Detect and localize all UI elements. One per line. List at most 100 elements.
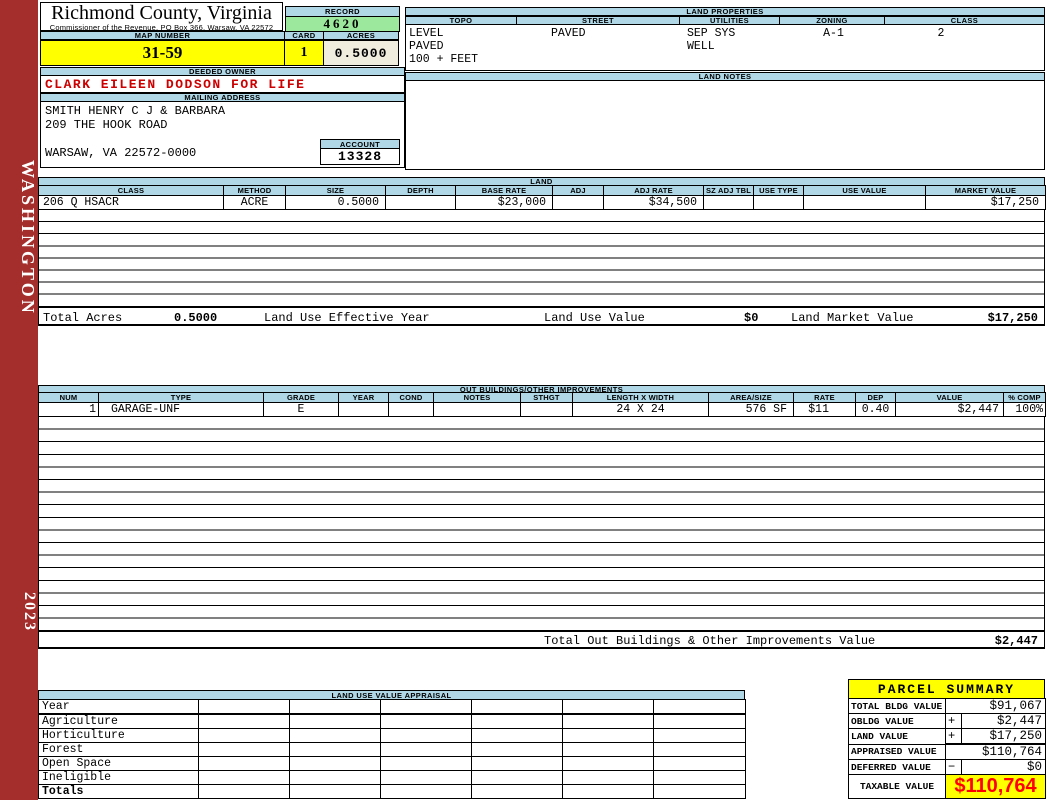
street-value: PAVED <box>551 27 586 40</box>
land-adj-rate: $34,500 <box>603 195 704 210</box>
deeded-owner-label: DEEDED OWNER <box>40 67 405 76</box>
minus-operator: − <box>945 759 962 775</box>
out-buildings-empty-rows <box>38 417 1045 631</box>
ob-pct-comp: 100% <box>1003 402 1046 417</box>
land-base-rate: $23,000 <box>455 195 553 210</box>
land-class: 206 Q HSACR <box>38 195 224 210</box>
land-col-class: CLASS <box>38 185 224 196</box>
ob-length-width: 24 X 24 <box>572 402 709 417</box>
ob-col-dep: DEP <box>855 392 896 403</box>
appraisal-row-label: Totals <box>38 784 199 799</box>
land-notes-box <box>405 81 1045 170</box>
land-col-size: SIZE <box>285 185 386 196</box>
land-properties-headers: TOPO STREET UTILITIES ZONING CLASS <box>405 16 1045 25</box>
land-section: LAND CLASS METHOD SIZE DEPTH BASE RATE A… <box>38 177 1046 326</box>
land-sz-adj-tbl <box>703 195 754 210</box>
topo-value: PAVED <box>409 40 444 53</box>
ob-year <box>338 402 389 417</box>
parcel-summary-row: OBLDG VALUE + $2,447 <box>848 713 1047 729</box>
land-col-market-value: MARKET VALUE <box>925 185 1046 196</box>
plus-operator: + <box>945 713 962 729</box>
land-use-value-label: Land Use Value <box>544 311 645 325</box>
parcel-summary-row: LAND VALUE + $17,250 <box>848 728 1047 745</box>
out-buildings-total-row: Total Out Buildings & Other Improvements… <box>38 631 1045 649</box>
appraisal-row-label: Forest <box>38 742 199 757</box>
zoning-column-header: ZONING <box>779 16 885 25</box>
land-use-effective-year-label: Land Use Effective Year <box>264 311 430 325</box>
appraisal-row-label: Horticulture <box>38 728 199 743</box>
land-properties-values: LEVEL PAVED 100 + FEET PAVED SEP SYS WEL… <box>405 25 1045 71</box>
ob-cond <box>388 402 434 417</box>
land-size: 0.5000 <box>285 195 386 210</box>
ob-col-year: YEAR <box>338 392 389 403</box>
land-market-value-label: Land Market Value <box>791 311 914 325</box>
deferred-value-label: DEFERRED VALUE <box>848 759 946 775</box>
land-col-depth: DEPTH <box>385 185 456 196</box>
taxable-value: $110,764 <box>944 774 1047 799</box>
land-col-sz-adj-tbl: SZ ADJ TBL <box>703 185 754 196</box>
utilities-column-header: UTILITIES <box>679 16 780 25</box>
county-header: Richmond County, Virginia Commissioner o… <box>40 2 283 32</box>
mailing-address-label: MAILING ADDRESS <box>40 93 405 102</box>
taxable-value-row: TAXABLE VALUE $110,764 <box>848 774 1047 799</box>
street-column-header: STREET <box>516 16 680 25</box>
total-bldg-value-label: TOTAL BLDG VALUE <box>848 698 946 714</box>
land-col-adj-rate: ADJ RATE <box>603 185 704 196</box>
obldg-value-label: OBLDG VALUE <box>848 713 946 729</box>
class-column-header: CLASS <box>884 16 1045 25</box>
land-market-value-total: $17,250 <box>987 311 1038 325</box>
land-notes-title: LAND NOTES <box>405 72 1045 81</box>
map-number-label: MAP NUMBER <box>40 31 285 40</box>
utilities-value: SEP SYS <box>687 27 736 40</box>
land-col-adj: ADJ <box>552 185 604 196</box>
land-depth <box>385 195 456 210</box>
out-buildings-section: OUT BUILDINGS/OTHER IMPROVEMENTS NUM TYP… <box>38 385 1046 649</box>
ob-dep: 0.40 <box>855 402 896 417</box>
parcel-summary: PARCEL SUMMARY TOTAL BLDG VALUE $91,067 … <box>848 679 1047 799</box>
parcel-summary-row: TOTAL BLDG VALUE $91,067 <box>848 698 1047 714</box>
land-adj <box>552 195 604 210</box>
land-col-method: METHOD <box>223 185 286 196</box>
topo-column-header: TOPO <box>405 16 517 25</box>
utilities-value: WELL <box>687 40 715 53</box>
land-col-base-rate: BASE RATE <box>455 185 553 196</box>
land-table: CLASS METHOD SIZE DEPTH BASE RATE ADJ AD… <box>38 185 1046 210</box>
ob-col-length-width: LENGTH X WIDTH <box>572 392 709 403</box>
class-value: 2 <box>937 27 945 40</box>
land-col-use-value: USE VALUE <box>803 185 926 196</box>
appraisal-row-label: Ineligible <box>38 770 199 785</box>
spine-county-label: WASHINGTON <box>18 160 38 316</box>
taxable-value-label: TAXABLE VALUE <box>848 774 946 799</box>
ob-grade: E <box>263 402 339 417</box>
account-box: ACCOUNT 13328 <box>320 139 400 165</box>
ob-rate: $11 <box>793 402 856 417</box>
card-label: CARD <box>284 31 324 40</box>
appraised-value-label: APPRAISED VALUE <box>848 743 946 760</box>
ob-col-sthgt: STHGT <box>520 392 573 403</box>
out-building-row: 1 GARAGE-UNF E 24 X 24 576 SF $11 0.40 $… <box>38 402 1046 417</box>
land-col-use-type: USE TYPE <box>753 185 804 196</box>
parcel-summary-title: PARCEL SUMMARY <box>848 679 1045 699</box>
total-bldg-value: $91,067 <box>944 698 1047 714</box>
acres-label: ACRES <box>323 31 399 40</box>
appraisal-row-label: Agriculture <box>38 713 199 729</box>
ob-col-rate: RATE <box>793 392 856 403</box>
ob-area-size: 576 SF <box>708 402 794 417</box>
land-market-value: $17,250 <box>925 195 1046 210</box>
parcel-summary-row: DEFERRED VALUE − $0 <box>848 759 1047 775</box>
ob-type: GARAGE-UNF <box>98 402 264 417</box>
appraisal-row-label: Year <box>38 699 199 715</box>
land-value: $17,250 <box>960 728 1047 745</box>
ob-col-value: VALUE <box>895 392 1004 403</box>
mailing-line: 209 THE HOOK ROAD <box>45 118 168 132</box>
ob-col-notes: NOTES <box>433 392 521 403</box>
parcel-summary-table: TOTAL BLDG VALUE $91,067 OBLDG VALUE + $… <box>848 698 1047 799</box>
record-value: 4620 <box>285 17 400 32</box>
parcel-summary-row: APPRAISED VALUE $110,764 <box>848 743 1047 760</box>
record-box: RECORD 4620 <box>285 6 400 32</box>
ob-col-area-size: AREA/SIZE <box>708 392 794 403</box>
account-value: 13328 <box>320 149 400 165</box>
ob-col-cond: COND <box>388 392 434 403</box>
topo-value: LEVEL <box>409 27 444 40</box>
ob-notes <box>433 402 521 417</box>
